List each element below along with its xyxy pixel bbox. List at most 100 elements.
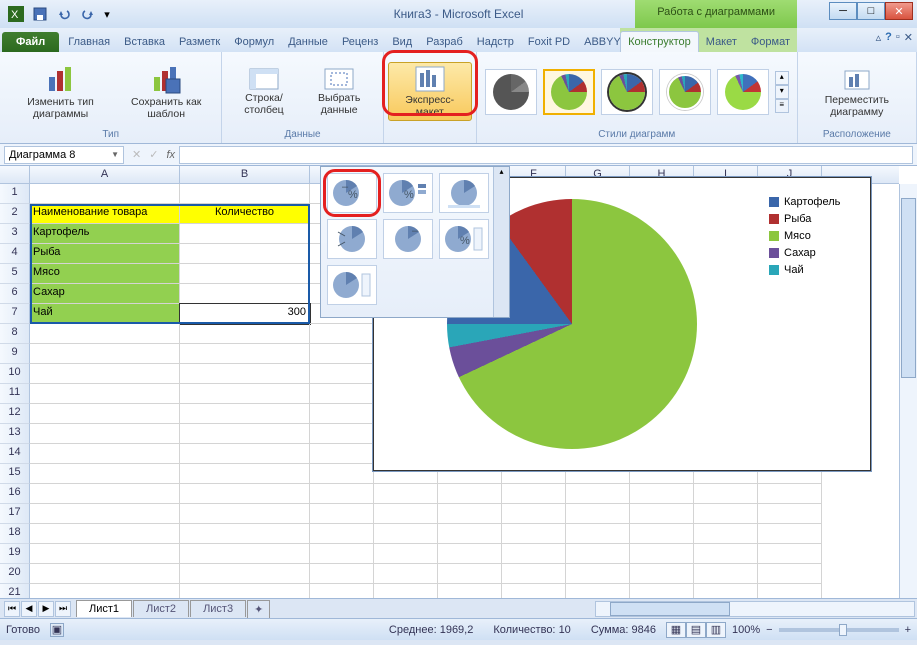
cell-A7[interactable]: Чай	[30, 304, 180, 324]
legend-item[interactable]: Мясо	[769, 230, 857, 242]
cell[interactable]	[694, 564, 758, 584]
cell[interactable]	[374, 484, 438, 504]
row-1[interactable]: 1	[0, 184, 30, 204]
view-pagebreak-icon[interactable]: ▥	[706, 622, 726, 638]
cell[interactable]	[438, 564, 502, 584]
select-data-button[interactable]: Выбрать данные	[304, 65, 375, 118]
row-17[interactable]: 17	[0, 504, 30, 524]
zoom-thumb[interactable]	[839, 624, 847, 636]
tab-developer[interactable]: Разраб	[419, 32, 470, 52]
cell[interactable]	[502, 484, 566, 504]
layout-option-6[interactable]: %	[439, 219, 489, 259]
cell-B18[interactable]	[180, 524, 310, 544]
nav-last-icon[interactable]: ⏭	[55, 601, 71, 617]
cell[interactable]	[694, 544, 758, 564]
enter-icon[interactable]: ✓	[145, 148, 162, 161]
tab-formulas[interactable]: Формул	[227, 32, 281, 52]
row-4[interactable]: 4	[0, 244, 30, 264]
tab-foxit[interactable]: Foxit PD	[521, 32, 577, 52]
chart-style-1[interactable]	[485, 69, 537, 115]
nav-prev-icon[interactable]: ◀	[21, 601, 37, 617]
cell-B19[interactable]	[180, 544, 310, 564]
cell[interactable]	[566, 504, 630, 524]
view-pagelayout-icon[interactable]: ▤	[686, 622, 706, 638]
mdi-restore-icon[interactable]: ▫	[896, 31, 900, 44]
layout-option-3[interactable]	[439, 173, 489, 213]
fx-icon[interactable]: fx	[162, 149, 179, 161]
cell[interactable]	[566, 544, 630, 564]
horizontal-scrollbar[interactable]	[271, 601, 917, 617]
cell[interactable]	[374, 524, 438, 544]
cell-A6[interactable]: Сахар	[30, 284, 180, 304]
cell-B16[interactable]	[180, 484, 310, 504]
mdi-close-icon[interactable]: ✕	[904, 31, 913, 44]
cell-A14[interactable]	[30, 444, 180, 464]
cell-A20[interactable]	[30, 564, 180, 584]
save-icon[interactable]	[29, 3, 51, 25]
col-B[interactable]: B	[180, 166, 310, 183]
cell-B3[interactable]	[180, 224, 310, 244]
row-20[interactable]: 20	[0, 564, 30, 584]
cancel-icon[interactable]: ✕	[128, 148, 145, 161]
cell[interactable]	[630, 564, 694, 584]
cell-A15[interactable]	[30, 464, 180, 484]
cell[interactable]	[310, 544, 374, 564]
cell[interactable]	[758, 524, 822, 544]
name-box[interactable]: Диаграмма 8 ▼	[4, 146, 124, 164]
cell[interactable]	[310, 444, 374, 464]
cell-B10[interactable]	[180, 364, 310, 384]
close-button[interactable]: ✕	[885, 2, 913, 20]
cell[interactable]	[310, 384, 374, 404]
new-sheet-button[interactable]: ✦	[247, 600, 270, 618]
row-15[interactable]: 15	[0, 464, 30, 484]
v-scroll-thumb[interactable]	[901, 198, 916, 378]
cell-B7[interactable]: 300	[180, 304, 310, 324]
chart-legend[interactable]: КартофельРыбаМясоСахарЧай	[763, 185, 863, 463]
cell[interactable]	[310, 344, 374, 364]
cell[interactable]	[630, 544, 694, 564]
cell-B11[interactable]	[180, 384, 310, 404]
cell-B20[interactable]	[180, 564, 310, 584]
switch-row-col-button[interactable]: Строка/столбец	[230, 65, 297, 118]
cell[interactable]	[310, 504, 374, 524]
cell[interactable]	[310, 464, 374, 484]
save-template-button[interactable]: Сохранить как шаблон	[119, 61, 213, 122]
cell-B12[interactable]	[180, 404, 310, 424]
chevron-down-icon[interactable]: ▼	[111, 150, 119, 159]
cell-B8[interactable]	[180, 324, 310, 344]
minimize-button[interactable]: ─	[829, 2, 857, 20]
cell[interactable]	[374, 504, 438, 524]
qat-customize-icon[interactable]: ▾	[101, 3, 113, 25]
cell[interactable]	[566, 564, 630, 584]
cell-A1[interactable]	[30, 184, 180, 204]
row-14[interactable]: 14	[0, 444, 30, 464]
cell-B6[interactable]	[180, 284, 310, 304]
cell[interactable]	[566, 484, 630, 504]
cell-A18[interactable]	[30, 524, 180, 544]
chart-style-2[interactable]	[543, 69, 595, 115]
cell-B15[interactable]	[180, 464, 310, 484]
cell-A4[interactable]: Рыба	[30, 244, 180, 264]
nav-first-icon[interactable]: ⏮	[4, 601, 20, 617]
row-16[interactable]: 16	[0, 484, 30, 504]
row-12[interactable]: 12	[0, 404, 30, 424]
cell[interactable]	[502, 524, 566, 544]
excel-icon[interactable]: X	[5, 3, 27, 25]
tab-addins[interactable]: Надстр	[470, 32, 521, 52]
view-normal-icon[interactable]: ▦	[666, 622, 686, 638]
cell-A17[interactable]	[30, 504, 180, 524]
cell[interactable]	[694, 524, 758, 544]
h-scroll-thumb[interactable]	[610, 602, 730, 616]
quick-layout-button[interactable]: Экспресс-макет	[388, 62, 472, 121]
tab-data[interactable]: Данные	[281, 32, 335, 52]
help-icon[interactable]: ?	[885, 31, 892, 44]
cell[interactable]	[758, 504, 822, 524]
change-chart-type-button[interactable]: Изменить тип диаграммы	[8, 61, 113, 122]
zoom-slider[interactable]	[779, 628, 899, 632]
cell[interactable]	[310, 564, 374, 584]
sheet-tab-2[interactable]: Лист2	[133, 600, 189, 617]
minimize-ribbon-icon[interactable]: ▵	[876, 31, 882, 44]
row-3[interactable]: 3	[0, 224, 30, 244]
cell-B14[interactable]	[180, 444, 310, 464]
row-11[interactable]: 11	[0, 384, 30, 404]
